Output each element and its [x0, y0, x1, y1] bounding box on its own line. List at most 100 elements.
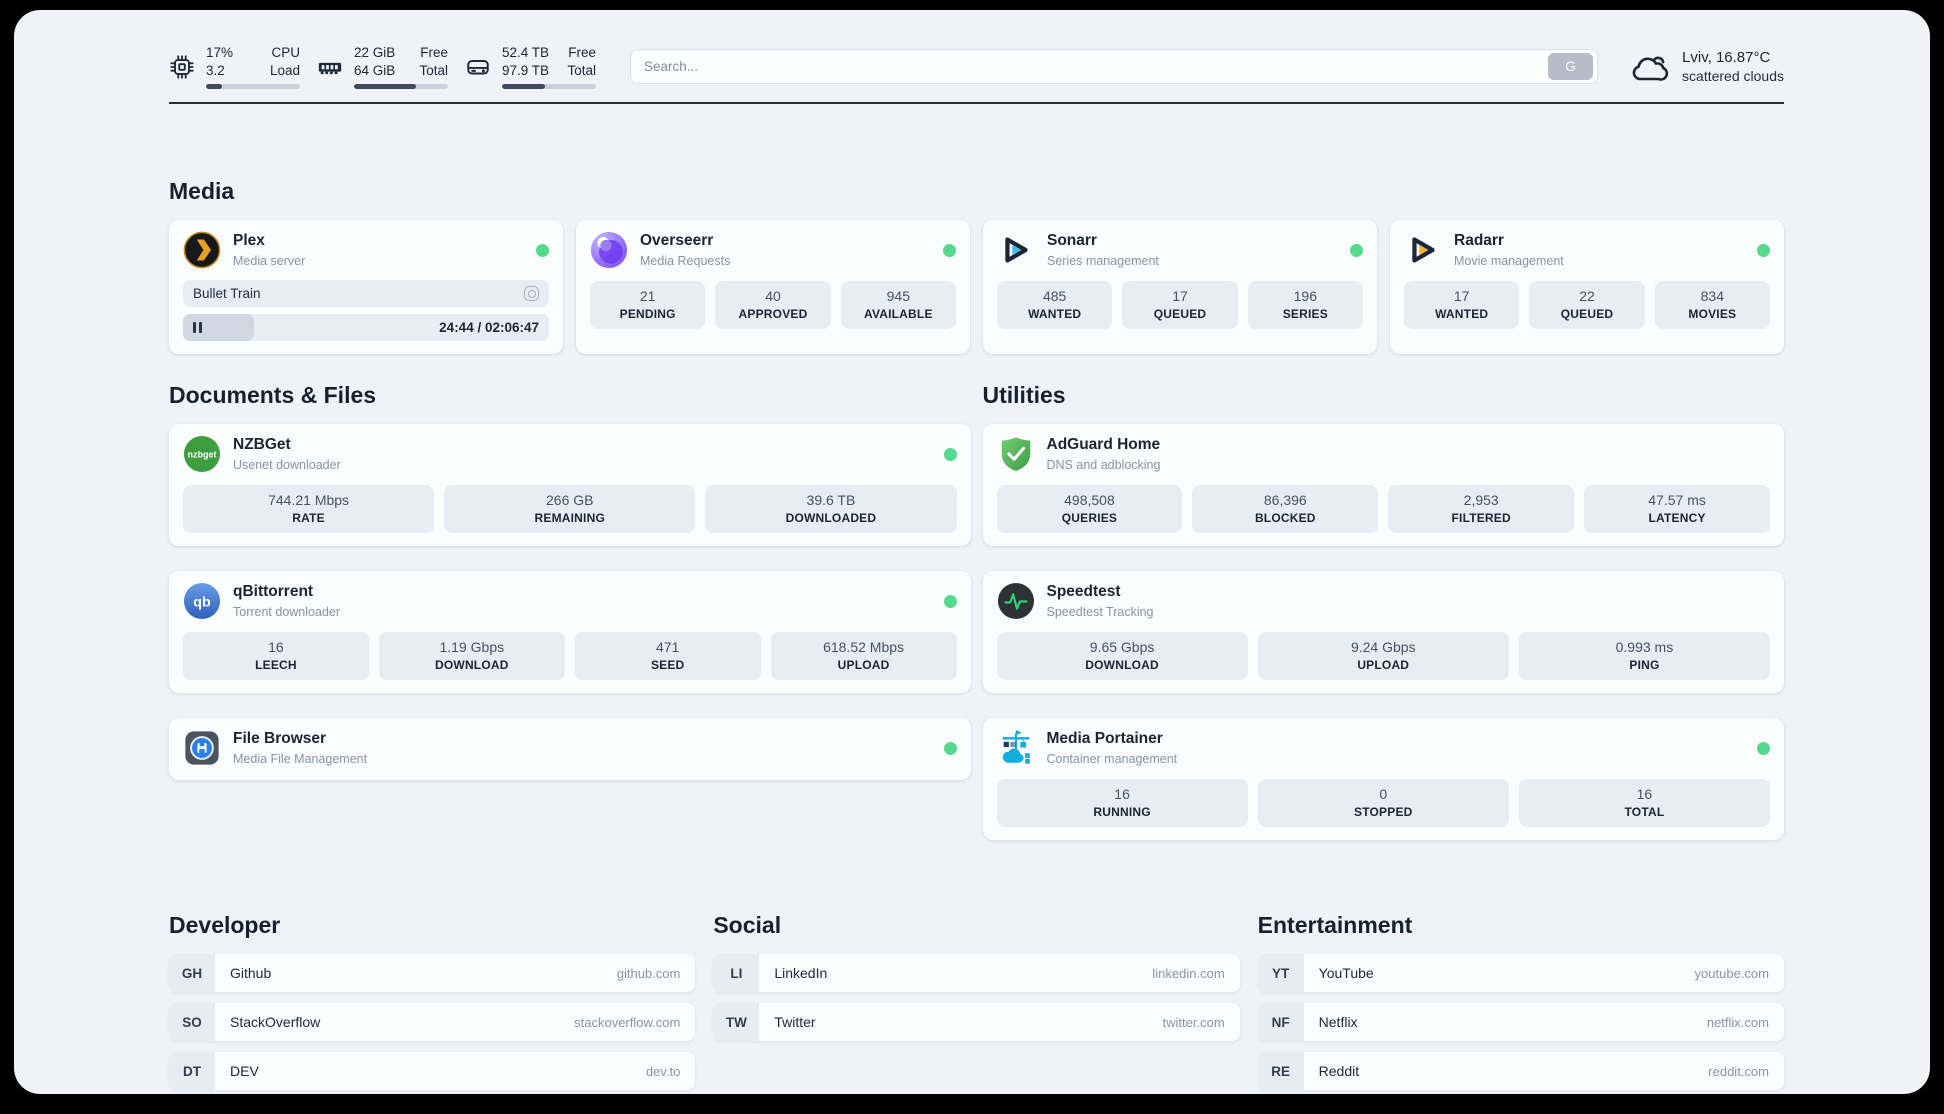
stat-available: 945 AVAILABLE [840, 281, 956, 330]
plex-icon [183, 231, 221, 269]
bookmark-abbr: YT [1257, 954, 1304, 993]
bookmark-url: reddit.com [1708, 1063, 1769, 1079]
app-card-filebrowser[interactable]: File Browser Media File Management [169, 718, 971, 781]
stat-total: 16 TOTAL [1518, 779, 1771, 828]
stat-pending: 21 PENDING [590, 281, 706, 330]
bookmark-abbr: GH [169, 954, 215, 993]
status-dot [943, 741, 957, 755]
bookmark-url: github.com [616, 965, 681, 981]
stat-upload: 618.52 Mbps UPLOAD [770, 632, 957, 681]
stat-download: 1.19 Gbps DOWNLOAD [378, 632, 565, 681]
section-title-documents: Documents & Files [169, 382, 377, 409]
app-name: Sonarr [1047, 232, 1097, 250]
app-card-qbittorrent[interactable]: qb qBittorrent Torrent downloader 16 LEE… [169, 571, 971, 694]
status-dot [1350, 243, 1363, 257]
bookmark-name: LinkedIn [774, 965, 828, 982]
bookmark-name: Github [230, 965, 272, 982]
search-input[interactable] [644, 59, 1549, 75]
bookmark-github[interactable]: GH Github github.com [169, 954, 696, 993]
memory-progress-bar [354, 84, 448, 90]
status-dot [1757, 243, 1770, 257]
bookmark-url: twitter.com [1162, 1014, 1225, 1030]
bookmark-group-entertainment: Entertainment YT YouTube youtube.com NF … [1257, 912, 1784, 1091]
app-card-plex[interactable]: Plex Media server Bullet Train 24:44 / 0… [169, 220, 563, 355]
system-metrics: 17% 3.2 CPU Load 22 GiB 64 GiB Free Tota… [169, 44, 596, 90]
bookmark-netflix[interactable]: NF Netflix netflix.com [1257, 1003, 1784, 1042]
qbittorrent-icon: qb [183, 582, 221, 620]
bookmark-reddit[interactable]: RE Reddit reddit.com [1257, 1052, 1784, 1091]
media-card-grid: Plex Media server Bullet Train 24:44 / 0… [169, 220, 1784, 355]
app-card-sonarr[interactable]: Sonarr Series management 485 WANTED 17 Q… [983, 220, 1377, 355]
stat-queries: 498,508 QUERIES [996, 485, 1183, 534]
stat-queued: 22 QUEUED [1529, 281, 1645, 330]
dashboard: 17% 3.2 CPU Load 22 GiB 64 GiB Free Tota… [14, 10, 1930, 1094]
app-card-portainer[interactable]: Media Portainer Container management 16 … [982, 718, 1784, 841]
bookmark-stackoverflow[interactable]: SO StackOverflow stackoverflow.com [169, 1003, 696, 1042]
stat-approved: 40 APPROVED [715, 281, 831, 330]
bookmark-dev[interactable]: DT DEV dev.to [169, 1052, 696, 1091]
bookmark-url: dev.to [645, 1063, 681, 1079]
documents-column: Documents & Files nzbget NZBGet Usenet d… [169, 382, 971, 781]
section-title-social: Social [713, 912, 782, 939]
bookmark-name: Twitter [774, 1014, 816, 1031]
app-card-radarr[interactable]: Radarr Movie management 17 WANTED 22 QUE… [1390, 220, 1784, 355]
playback-progress-row: 24:44 / 02:06:47 [183, 314, 549, 342]
app-card-speedtest[interactable]: Speedtest Speedtest Tracking 9.65 Gbps D… [982, 571, 1784, 694]
app-name: AdGuard Home [1046, 436, 1161, 454]
cpu-icon [170, 54, 194, 79]
stat-latency: 47.57 ms LATENCY [1584, 485, 1770, 534]
app-card-adguard[interactable]: AdGuard Home DNS and adblocking 498,508 … [982, 424, 1784, 547]
stat-ping: 0.993 ms PING [1518, 632, 1771, 681]
app-card-nzbget[interactable]: nzbget NZBGet Usenet downloader 744.21 M… [169, 424, 971, 547]
cpu-labels: CPU Load [269, 45, 300, 78]
app-name: qBittorrent [233, 583, 314, 601]
memory-values: 22 GiB 64 GiB [354, 45, 396, 78]
bookmark-url: stackoverflow.com [574, 1014, 681, 1030]
app-name: File Browser [233, 730, 327, 748]
bookmark-url: netflix.com [1706, 1014, 1769, 1030]
app-subtitle: Media File Management [233, 751, 368, 766]
disk-metric: 52.4 TB 97.9 TB Free Total [465, 44, 596, 90]
disk-labels: Free Total [567, 45, 596, 78]
bookmark-youtube[interactable]: YT YouTube youtube.com [1257, 954, 1784, 993]
disk-icon [467, 59, 489, 75]
bookmark-group-developer: Developer GH Github github.com SO StackO… [169, 912, 696, 1091]
disk-values: 52.4 TB 97.9 TB [502, 45, 550, 78]
now-playing-row: Bullet Train [183, 280, 549, 308]
stat-queued: 17 QUEUED [1122, 281, 1238, 330]
ram-icon [318, 62, 342, 74]
bookmark-group-social: Social LI LinkedIn linkedin.com TW Twitt… [713, 912, 1240, 1090]
app-subtitle: Container management [1046, 751, 1178, 766]
stat-rate: 744.21 Mbps RATE [183, 485, 435, 534]
stat-upload: 9.24 Gbps UPLOAD [1257, 632, 1509, 681]
cpu-metric: 17% 3.2 CPU Load [169, 44, 300, 90]
search-bar[interactable]: G [630, 49, 1599, 85]
app-subtitle: Torrent downloader [233, 604, 341, 619]
section-title-media: Media [169, 178, 235, 205]
header-divider [169, 102, 1784, 105]
stat-seed: 471 SEED [574, 632, 761, 681]
search-engine-button[interactable]: G [1548, 53, 1594, 81]
app-name: Speedtest [1046, 583, 1121, 601]
bookmark-name: Reddit [1318, 1063, 1360, 1080]
bookmark-linkedin[interactable]: LI LinkedIn linkedin.com [713, 954, 1240, 993]
adguard-icon [997, 435, 1035, 473]
weather-condition: scattered clouds [1682, 68, 1784, 85]
pause-icon[interactable] [193, 322, 202, 334]
bookmark-twitter[interactable]: TW Twitter twitter.com [713, 1003, 1240, 1042]
app-subtitle: DNS and adblocking [1046, 457, 1161, 472]
bookmark-url: linkedin.com [1152, 965, 1225, 981]
app-subtitle: Media server [233, 253, 306, 268]
bookmark-abbr: RE [1257, 1052, 1304, 1091]
svg-text:nzbget: nzbget [187, 449, 216, 459]
app-card-overseerr[interactable]: Overseerr Media Requests 21 PENDING 40 A… [576, 220, 970, 355]
app-name: Overseerr [640, 232, 714, 250]
app-subtitle: Speedtest Tracking [1046, 604, 1154, 619]
bookmark-abbr: TW [713, 1003, 760, 1042]
app-subtitle: Media Requests [640, 253, 731, 268]
section-title-entertainment: Entertainment [1257, 912, 1413, 939]
camera-icon [524, 286, 539, 302]
bookmark-name: YouTube [1318, 965, 1374, 982]
weather-widget: Lviv, 16.87°C scattered clouds [1628, 49, 1784, 85]
stat-remaining: 266 GB REMAINING [444, 485, 696, 534]
